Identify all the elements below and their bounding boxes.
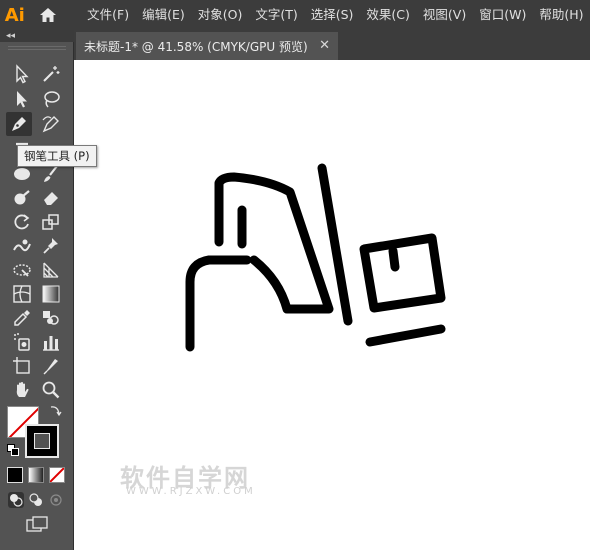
menu-items: 文件(F) 编辑(E) 对象(O) 文字(T) 选择(S) 效果(C) 视图(V… bbox=[81, 0, 590, 30]
artwork-box-path bbox=[359, 233, 446, 313]
panel-grip[interactable] bbox=[8, 46, 66, 50]
document-tab[interactable]: 未标题-1* @ 41.58% (CMYK/GPU 预览) ✕ bbox=[76, 32, 338, 60]
menu-type[interactable]: 文字(T) bbox=[249, 0, 304, 30]
selection-arrow-icon bbox=[16, 64, 29, 84]
artwork-underline bbox=[365, 324, 446, 347]
mesh-tool[interactable] bbox=[9, 282, 35, 306]
artwork-flag-path bbox=[214, 172, 334, 314]
mesh-icon bbox=[13, 285, 31, 303]
perspective-grid-icon bbox=[43, 262, 59, 278]
column-graph-icon bbox=[43, 336, 59, 351]
stroke-swatch-inner bbox=[34, 433, 50, 449]
ellipse-icon bbox=[14, 168, 30, 180]
draw-inside-button[interactable] bbox=[48, 492, 64, 508]
collapse-panel-button[interactable]: ◂◂ bbox=[6, 30, 15, 42]
slice-icon bbox=[43, 359, 58, 375]
menu-edit[interactable]: 编辑(E) bbox=[136, 0, 192, 30]
lasso-tool[interactable] bbox=[38, 87, 64, 111]
menu-file[interactable]: 文件(F) bbox=[81, 0, 136, 30]
eraser-icon bbox=[44, 192, 58, 205]
screen-mode-icon[interactable] bbox=[26, 516, 48, 532]
home-button[interactable] bbox=[30, 0, 67, 30]
menu-select[interactable]: 选择(S) bbox=[304, 0, 360, 30]
none-mode-button[interactable] bbox=[49, 467, 65, 483]
watermark: 软件自学网 WWW.RJZXW.COM bbox=[120, 458, 270, 500]
menu-effect[interactable]: 效果(C) bbox=[360, 0, 416, 30]
watermark-subtitle: WWW.RJZXW.COM bbox=[126, 486, 256, 497]
toolbar-header: ◂◂ bbox=[0, 30, 74, 42]
slice-tool[interactable] bbox=[38, 354, 64, 378]
draw-normal-button[interactable] bbox=[8, 492, 24, 508]
default-colors-icon[interactable] bbox=[7, 444, 19, 456]
puppet-pin-icon bbox=[43, 238, 58, 254]
shaper-tool[interactable] bbox=[9, 186, 35, 210]
hand-tool[interactable] bbox=[9, 378, 35, 402]
home-icon bbox=[40, 8, 57, 22]
symbol-sprayer-icon bbox=[14, 333, 30, 351]
paintbrush-icon bbox=[44, 165, 58, 182]
menu-view[interactable]: 视图(V) bbox=[416, 0, 472, 30]
none-icon bbox=[49, 467, 65, 483]
rotate-tool[interactable] bbox=[9, 210, 35, 234]
blend-tool[interactable] bbox=[38, 306, 64, 330]
warp-icon bbox=[13, 239, 31, 252]
scale-tool[interactable] bbox=[38, 210, 64, 234]
eyedropper-tool[interactable] bbox=[9, 306, 35, 330]
shaper-icon bbox=[14, 190, 30, 205]
artboard-tool[interactable] bbox=[9, 354, 35, 378]
tools-panel bbox=[0, 42, 74, 550]
menu-bar: Ai 文件(F) 编辑(E) 对象(O) 文字(T) 选择(S) 效果(C) 视… bbox=[0, 0, 590, 30]
menu-window[interactable]: 窗口(W) bbox=[473, 0, 533, 30]
curvature-tool[interactable] bbox=[38, 112, 64, 136]
pen-icon bbox=[12, 117, 26, 131]
menu-help[interactable]: 帮助(H) bbox=[533, 0, 590, 30]
document-tab-bar: 未标题-1* @ 41.58% (CMYK/GPU 预览) ✕ bbox=[74, 30, 590, 60]
artwork-arch-path bbox=[185, 255, 252, 352]
close-tab-icon[interactable]: ✕ bbox=[319, 39, 330, 53]
zoom-tool[interactable] bbox=[38, 378, 64, 402]
zoom-icon bbox=[42, 381, 60, 399]
column-graph-tool[interactable] bbox=[38, 330, 64, 354]
menu-object[interactable]: 对象(O) bbox=[191, 0, 249, 30]
color-mode-button[interactable] bbox=[7, 467, 23, 483]
document-title: 未标题-1* @ 41.58% (CMYK/GPU 预览) bbox=[84, 39, 308, 54]
artboard-icon bbox=[13, 357, 30, 374]
free-transform-tool[interactable] bbox=[9, 258, 35, 282]
selection-tool[interactable] bbox=[9, 62, 35, 86]
warp-tool[interactable] bbox=[9, 234, 35, 258]
perspective-grid-tool[interactable] bbox=[38, 258, 64, 282]
hand-icon bbox=[16, 382, 29, 397]
curvature-pen-icon bbox=[42, 116, 59, 133]
gradient-tool[interactable] bbox=[38, 282, 64, 306]
eraser-tool[interactable] bbox=[38, 186, 64, 210]
direct-selection-arrow-icon bbox=[17, 91, 27, 108]
scale-icon bbox=[42, 214, 59, 230]
gradient-mode-button[interactable] bbox=[28, 467, 44, 483]
swap-fill-stroke-icon[interactable] bbox=[48, 404, 62, 418]
direct-selection-tool[interactable] bbox=[9, 87, 35, 111]
rotate-icon bbox=[14, 214, 30, 230]
draw-behind-button[interactable] bbox=[28, 492, 44, 508]
draw-normal-icon bbox=[10, 494, 23, 507]
eyedropper-icon bbox=[14, 310, 30, 326]
draw-behind-icon bbox=[29, 493, 42, 506]
pen-tool-tooltip: 钢笔工具 (P) bbox=[17, 145, 97, 167]
free-transform-icon bbox=[13, 264, 31, 277]
lasso-icon bbox=[44, 91, 60, 108]
blend-icon bbox=[43, 311, 59, 325]
artwork-box-tick bbox=[388, 246, 400, 272]
stroke-swatch[interactable] bbox=[25, 424, 59, 458]
pen-tool[interactable] bbox=[6, 112, 32, 136]
magic-wand-icon bbox=[43, 66, 60, 82]
puppet-warp-tool[interactable] bbox=[38, 234, 64, 258]
draw-inside-icon bbox=[50, 494, 62, 506]
gradient-icon bbox=[42, 285, 60, 303]
app-logo: Ai bbox=[4, 4, 25, 26]
symbol-sprayer-tool[interactable] bbox=[9, 330, 35, 354]
magic-wand-tool[interactable] bbox=[38, 62, 64, 86]
